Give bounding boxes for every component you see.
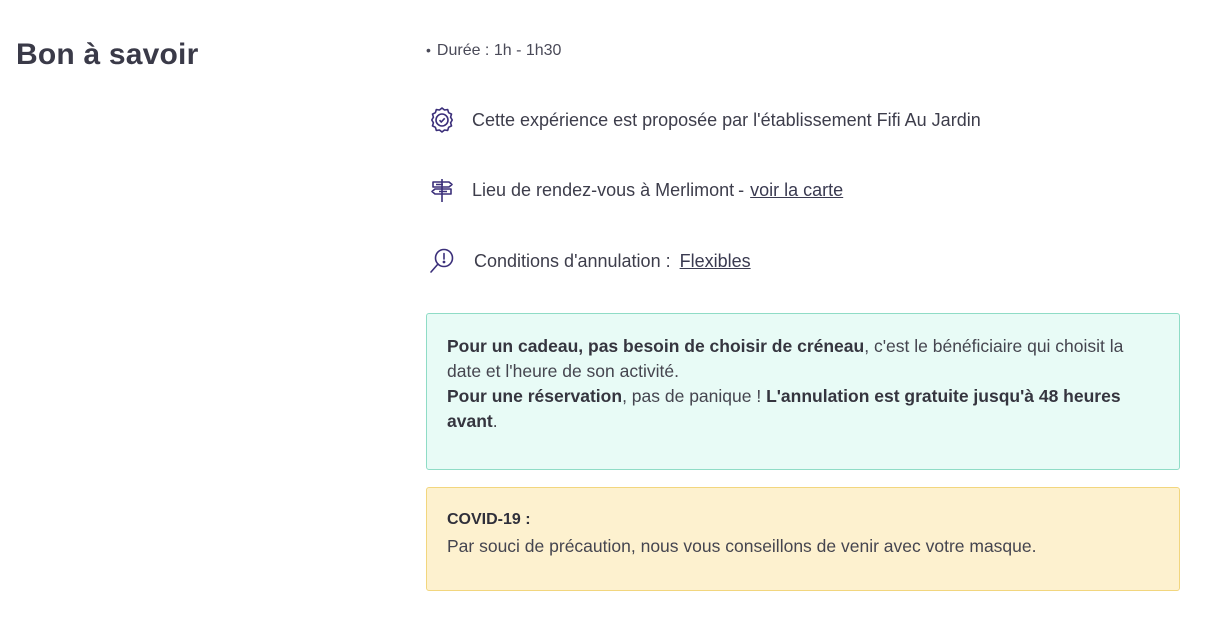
- covid-text: Par souci de précaution, nous vous conse…: [447, 536, 1037, 556]
- cancellation-row: Conditions d'annulation : Flexibles: [426, 245, 751, 277]
- magnifier-alert-icon: [426, 245, 458, 277]
- gift-info-box: Pour un cadeau, pas besoin de choisir de…: [426, 313, 1180, 470]
- location-text: Lieu de rendez-vous à Merlimont: [472, 179, 735, 200]
- gift-bold-1: Pour un cadeau, pas besoin de choisir de…: [447, 336, 865, 356]
- flexible-conditions-link[interactable]: Flexibles: [680, 251, 751, 272]
- section-title: Bon à savoir: [16, 38, 199, 71]
- signpost-icon: [426, 174, 458, 206]
- gift-text-2: , pas de panique !: [622, 386, 767, 406]
- gift-text-3: .: [492, 411, 498, 431]
- duration-text: Durée : 1h - 1h30: [436, 42, 562, 59]
- view-map-link[interactable]: voir la carte: [750, 180, 843, 201]
- location-row: Lieu de rendez-vous à Merlimont - voir l…: [426, 174, 843, 206]
- provider-text: Cette expérience est proposée par l'étab…: [472, 109, 981, 130]
- covid-info-box: COVID-19 : Par souci de précaution, nous…: [426, 487, 1180, 591]
- gift-bold-2: Pour une réservation: [447, 386, 623, 406]
- provider-row: Cette expérience est proposée par l'étab…: [426, 104, 981, 136]
- location-separator: -: [738, 179, 745, 200]
- duration-item: • Durée : 1h - 1h30: [426, 42, 561, 60]
- bullet: •: [426, 42, 431, 58]
- badge-icon: [426, 104, 458, 136]
- covid-title: COVID-19 :: [447, 511, 531, 528]
- cancellation-text: Conditions d'annulation: [474, 250, 661, 271]
- cancellation-separator: :: [665, 250, 671, 271]
